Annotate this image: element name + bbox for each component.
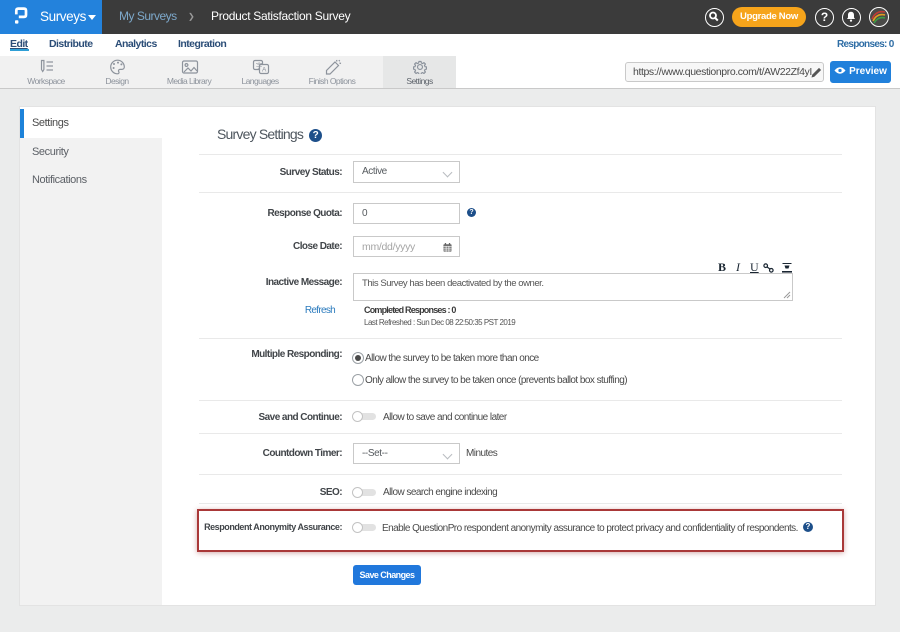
svg-text:A: A — [262, 67, 267, 74]
